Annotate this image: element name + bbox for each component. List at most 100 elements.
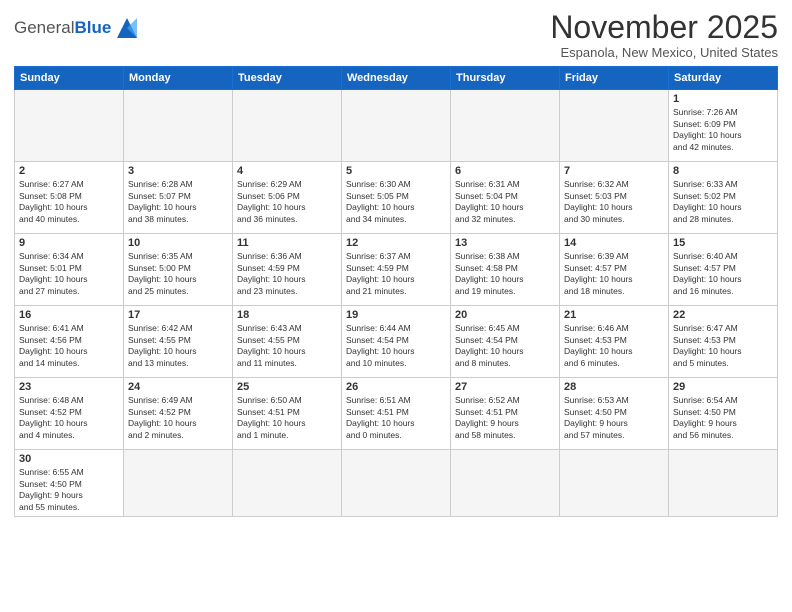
day-number: 19 [346,309,446,321]
calendar-cell: 19 Sunrise: 6:44 AM Sunset: 4:54 PM Dayli… [342,306,451,378]
logo-icon [113,14,141,42]
day-info: Sunrise: 6:53 AM Sunset: 4:50 PM Dayligh… [564,395,664,441]
day-info: Sunrise: 6:28 AM Sunset: 5:07 PM Dayligh… [128,179,228,225]
calendar-cell [15,90,124,162]
day-info: Sunrise: 6:37 AM Sunset: 4:59 PM Dayligh… [346,251,446,297]
day-number: 1 [673,93,773,105]
calendar-cell: 12Sunrise: 6:37 AM Sunset: 4:59 PM Dayli… [342,234,451,306]
day-number: 7 [564,165,664,177]
calendar-week-1: 2Sunrise: 6:27 AM Sunset: 5:08 PM Daylig… [15,162,778,234]
day-number: 15 [673,237,773,249]
day-info: Sunrise: 6:34 AM Sunset: 5:01 PM Dayligh… [19,251,119,297]
calendar-cell [342,90,451,162]
calendar-cell: 16 Sunrise: 6:41 AM Sunset: 4:56 PM Dayli… [15,306,124,378]
calendar-cell: 24Sunrise: 6:49 AM Sunset: 4:52 PM Dayli… [124,378,233,450]
day-number: 29 [673,381,773,393]
calendar-cell [124,450,233,517]
calendar-cell: 17Sunrise: 6:42 AM Sunset: 4:55 PM Dayli… [124,306,233,378]
day-info: Sunrise: 6:33 AM Sunset: 5:02 PM Dayligh… [673,179,773,225]
day-number: 13 [455,237,555,249]
day-info: Sunrise: 6:32 AM Sunset: 5:03 PM Dayligh… [564,179,664,225]
calendar-cell [560,90,669,162]
calendar-cell [451,90,560,162]
calendar-cell: 30 Sunrise: 6:55 AM Sunset: 4:50 PM Dayli… [15,450,124,517]
calendar-cell: 13 Sunrise: 6:38 AM Sunset: 4:58 PM Dayli… [451,234,560,306]
calendar-week-3: 16 Sunrise: 6:41 AM Sunset: 4:56 PM Dayli… [15,306,778,378]
day-number: 5 [346,165,446,177]
calendar-cell: 20 Sunrise: 6:45 AM Sunset: 4:54 PM Dayli… [451,306,560,378]
day-number: 9 [19,237,119,249]
day-number: 14 [564,237,664,249]
day-number: 10 [128,237,228,249]
day-header-tuesday: Tuesday [233,67,342,90]
calendar-cell: 14 Sunrise: 6:39 AM Sunset: 4:57 PM Dayli… [560,234,669,306]
calendar-cell: 26 Sunrise: 6:51 AM Sunset: 4:51 PM Dayli… [342,378,451,450]
calendar-cell: 28 Sunrise: 6:53 AM Sunset: 4:50 PM Dayli… [560,378,669,450]
day-number: 22 [673,309,773,321]
calendar-cell: 5Sunrise: 6:30 AM Sunset: 5:05 PM Daylig… [342,162,451,234]
calendar-cell: 8Sunrise: 6:33 AM Sunset: 5:02 PM Daylig… [669,162,778,234]
day-info: Sunrise: 6:39 AM Sunset: 4:57 PM Dayligh… [564,251,664,297]
day-header-saturday: Saturday [669,67,778,90]
calendar-cell: 15 Sunrise: 6:40 AM Sunset: 4:57 PM Dayli… [669,234,778,306]
calendar-cell [124,90,233,162]
calendar-cell: 22 Sunrise: 6:47 AM Sunset: 4:53 PM Dayli… [669,306,778,378]
calendar-cell [233,90,342,162]
day-info: Sunrise: 6:55 AM Sunset: 4:50 PM Dayligh… [19,467,119,513]
calendar-week-0: 1 Sunrise: 7:26 AM Sunset: 6:09 PM Daylig… [15,90,778,162]
calendar-cell: 6Sunrise: 6:31 AM Sunset: 5:04 PM Daylig… [451,162,560,234]
day-number: 26 [346,381,446,393]
logo: GeneralBlue [14,14,141,42]
day-info: Sunrise: 6:54 AM Sunset: 4:50 PM Dayligh… [673,395,773,441]
day-number: 30 [19,453,119,465]
calendar-cell: 10 Sunrise: 6:35 AM Sunset: 5:00 PM Dayli… [124,234,233,306]
calendar-week-5: 30 Sunrise: 6:55 AM Sunset: 4:50 PM Dayli… [15,450,778,517]
day-number: 3 [128,165,228,177]
day-info: Sunrise: 6:45 AM Sunset: 4:54 PM Dayligh… [455,323,555,369]
calendar-cell: 23 Sunrise: 6:48 AM Sunset: 4:52 PM Dayli… [15,378,124,450]
calendar-cell: 18Sunrise: 6:43 AM Sunset: 4:55 PM Dayli… [233,306,342,378]
day-info: Sunrise: 7:26 AM Sunset: 6:09 PM Dayligh… [673,107,773,153]
day-number: 18 [237,309,337,321]
day-number: 28 [564,381,664,393]
calendar-cell: 25Sunrise: 6:50 AM Sunset: 4:51 PM Dayli… [233,378,342,450]
location: Espanola, New Mexico, United States [550,45,778,60]
day-number: 23 [19,381,119,393]
calendar-cell [560,450,669,517]
day-number: 20 [455,309,555,321]
logo-text: GeneralBlue [14,19,111,38]
day-info: Sunrise: 6:40 AM Sunset: 4:57 PM Dayligh… [673,251,773,297]
calendar-week-2: 9 Sunrise: 6:34 AM Sunset: 5:01 PM Daylig… [15,234,778,306]
day-number: 6 [455,165,555,177]
calendar-cell: 29 Sunrise: 6:54 AM Sunset: 4:50 PM Dayli… [669,378,778,450]
day-info: Sunrise: 6:44 AM Sunset: 4:54 PM Dayligh… [346,323,446,369]
day-info: Sunrise: 6:46 AM Sunset: 4:53 PM Dayligh… [564,323,664,369]
day-header-monday: Monday [124,67,233,90]
calendar-cell: 1 Sunrise: 7:26 AM Sunset: 6:09 PM Daylig… [669,90,778,162]
day-info: Sunrise: 6:35 AM Sunset: 5:00 PM Dayligh… [128,251,228,297]
calendar-table: SundayMondayTuesdayWednesdayThursdayFrid… [14,66,778,517]
logo-blue: Blue [74,18,111,37]
day-header-thursday: Thursday [451,67,560,90]
calendar-cell: 11Sunrise: 6:36 AM Sunset: 4:59 PM Dayli… [233,234,342,306]
day-number: 21 [564,309,664,321]
calendar-cell [342,450,451,517]
calendar-week-4: 23 Sunrise: 6:48 AM Sunset: 4:52 PM Dayli… [15,378,778,450]
calendar-cell: 7 Sunrise: 6:32 AM Sunset: 5:03 PM Daylig… [560,162,669,234]
day-info: Sunrise: 6:48 AM Sunset: 4:52 PM Dayligh… [19,395,119,441]
day-info: Sunrise: 6:51 AM Sunset: 4:51 PM Dayligh… [346,395,446,441]
day-info: Sunrise: 6:41 AM Sunset: 4:56 PM Dayligh… [19,323,119,369]
calendar-cell: 2Sunrise: 6:27 AM Sunset: 5:08 PM Daylig… [15,162,124,234]
day-info: Sunrise: 6:38 AM Sunset: 4:58 PM Dayligh… [455,251,555,297]
day-info: Sunrise: 6:50 AM Sunset: 4:51 PM Dayligh… [237,395,337,441]
day-number: 16 [19,309,119,321]
calendar-cell [451,450,560,517]
calendar-cell: 27Sunrise: 6:52 AM Sunset: 4:51 PM Dayli… [451,378,560,450]
page: GeneralBlue November 2025 Espanola, New … [0,0,792,612]
logo-general: General [14,18,74,37]
day-number: 11 [237,237,337,249]
day-info: Sunrise: 6:47 AM Sunset: 4:53 PM Dayligh… [673,323,773,369]
day-info: Sunrise: 6:27 AM Sunset: 5:08 PM Dayligh… [19,179,119,225]
calendar-cell [669,450,778,517]
day-info: Sunrise: 6:52 AM Sunset: 4:51 PM Dayligh… [455,395,555,441]
